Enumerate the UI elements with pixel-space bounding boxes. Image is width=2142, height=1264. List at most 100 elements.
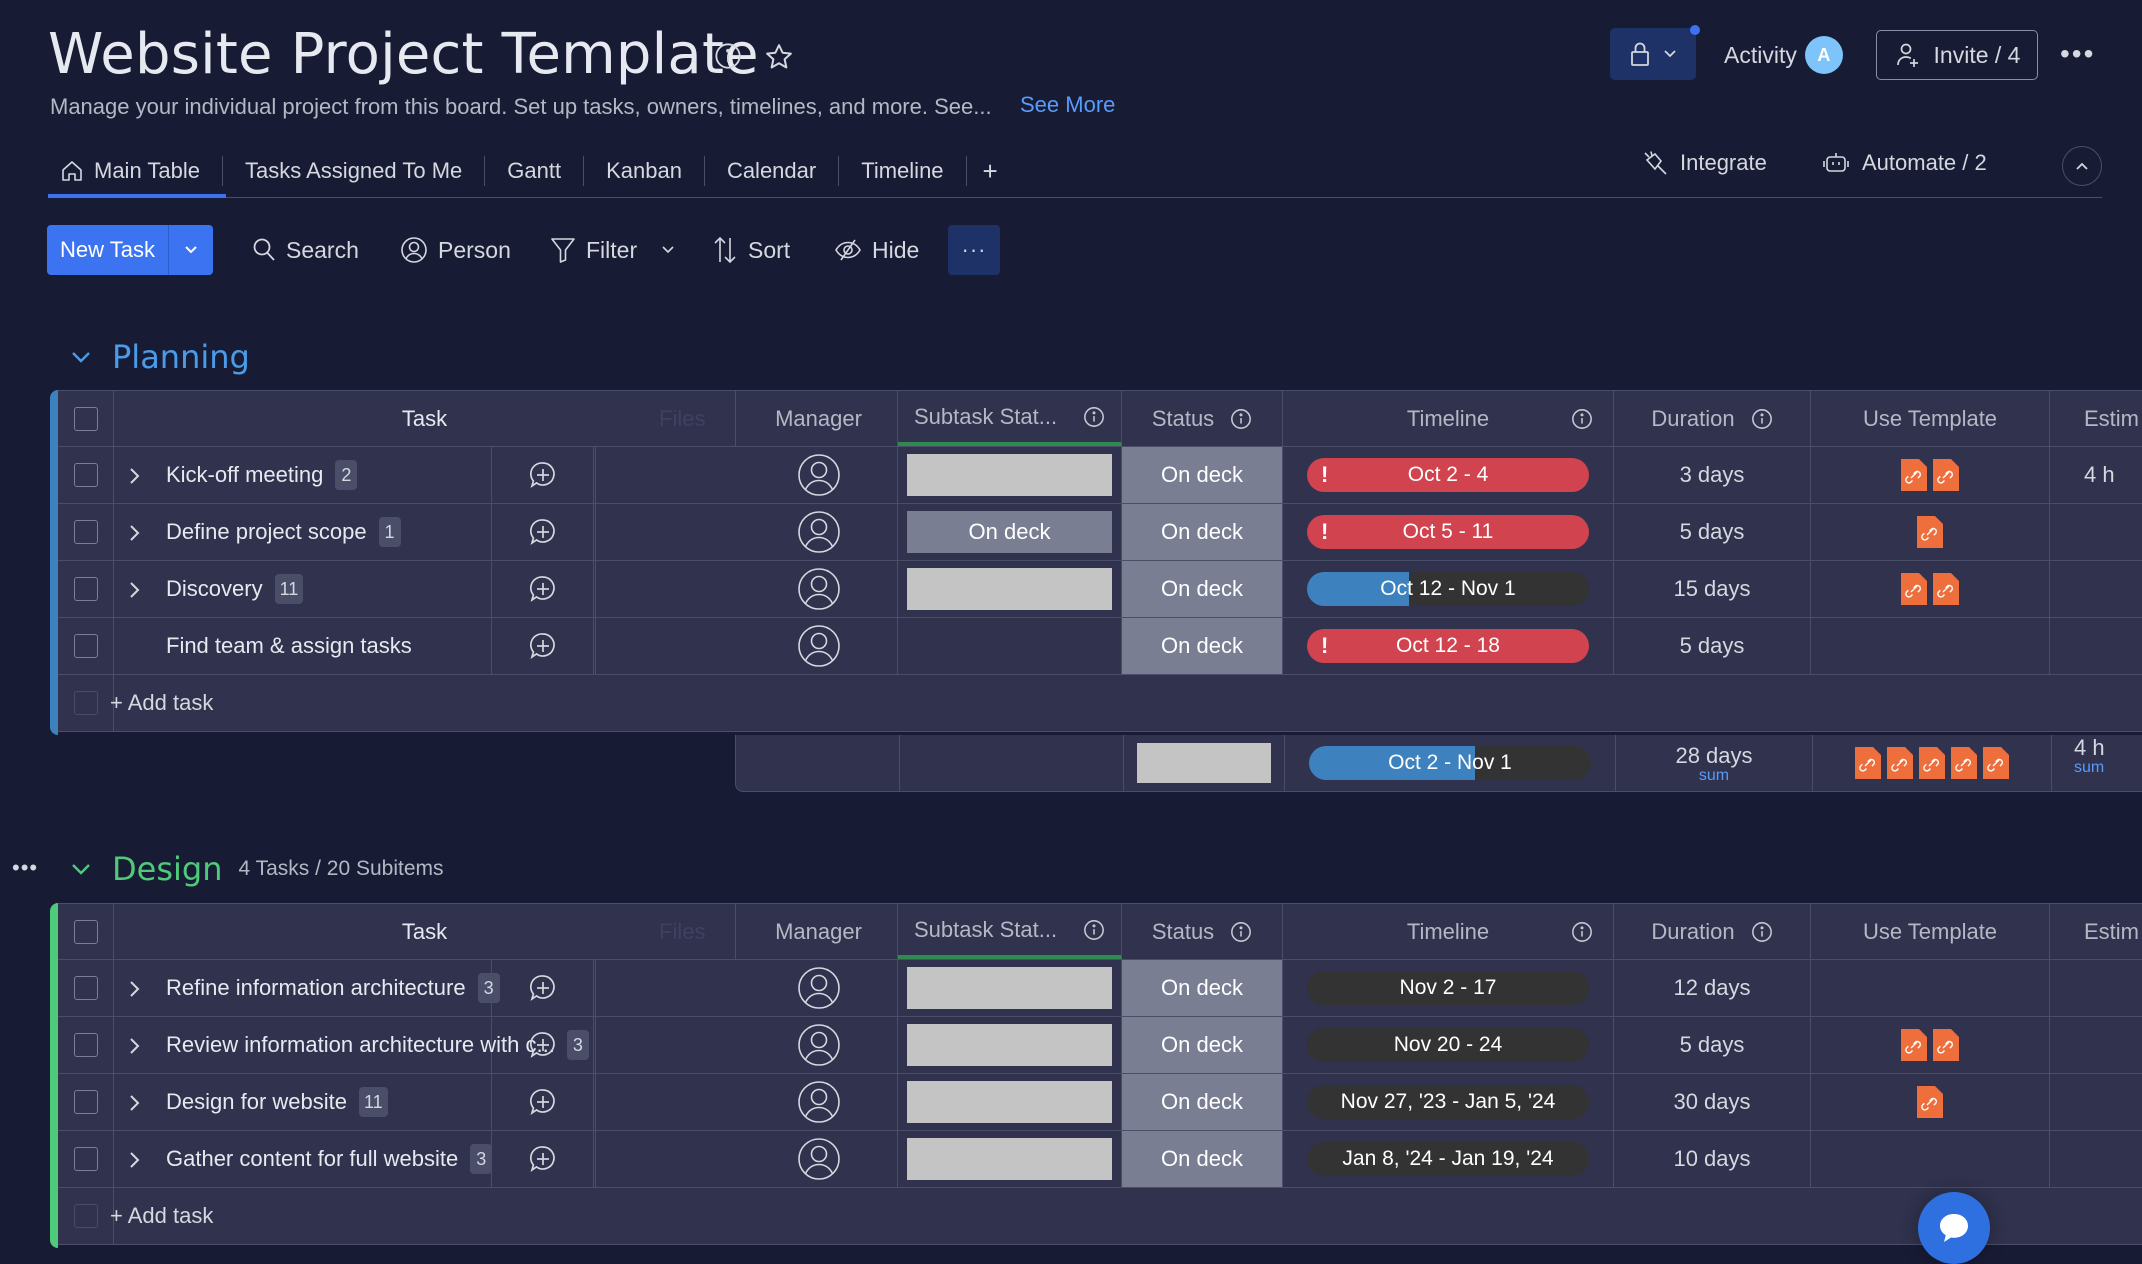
info-icon[interactable] [1230, 921, 1252, 943]
star-icon[interactable] [764, 42, 794, 72]
subtask-status-bar[interactable] [907, 967, 1112, 1009]
manager-cell[interactable] [740, 1017, 898, 1073]
board-permissions-button[interactable] [1610, 25, 1700, 80]
chevron-right-icon[interactable] [128, 466, 142, 486]
row-checkbox[interactable] [73, 1147, 98, 1171]
add-view-button[interactable]: + [967, 156, 1020, 186]
tab-timeline[interactable]: Timeline [839, 156, 967, 186]
info-icon[interactable] [1230, 408, 1252, 430]
manager-cell[interactable] [740, 504, 898, 560]
estimation-cell[interactable] [2050, 1131, 2142, 1187]
select-all-checkbox[interactable] [73, 919, 98, 944]
task-name[interactable]: Discovery [166, 576, 263, 602]
task-cell[interactable]: Discovery 11 [114, 561, 492, 617]
use-template-cell[interactable] [1811, 1074, 2050, 1130]
summary-status[interactable] [1124, 735, 1285, 791]
template-file-icon[interactable] [1901, 573, 1927, 605]
column-header-manager[interactable]: Manager [740, 391, 898, 446]
new-task-label[interactable]: New Task [47, 225, 169, 275]
updates-cell[interactable] [492, 561, 596, 617]
select-all-checkbox[interactable] [73, 406, 98, 431]
add-task-button[interactable]: + Add task [110, 1188, 213, 1244]
automate-button[interactable]: Automate / 2 [1822, 150, 1987, 176]
row-checkbox[interactable] [73, 976, 98, 1000]
subtask-status-bar[interactable] [907, 1138, 1112, 1180]
subitems-count-badge[interactable]: 2 [335, 460, 358, 490]
updates-cell[interactable] [492, 504, 596, 560]
group-title[interactable]: Design [112, 850, 222, 888]
column-header-status[interactable]: Status [1122, 391, 1283, 446]
add-update-icon[interactable] [527, 573, 559, 605]
tab-tasks-assigned-to-me[interactable]: Tasks Assigned To Me [223, 156, 486, 186]
subtask-status-bar[interactable]: On deck [907, 511, 1112, 553]
column-header-duration[interactable]: Duration [1614, 391, 1811, 446]
row-checkbox[interactable] [73, 1033, 98, 1057]
chat-button[interactable] [1918, 1192, 1990, 1264]
info-icon[interactable] [1751, 921, 1773, 943]
column-header-subtask-status[interactable]: Subtask Stat... [898, 904, 1122, 959]
template-file-icon[interactable] [1951, 747, 1977, 779]
estimation-cell[interactable] [2050, 1074, 2142, 1130]
status-cell[interactable]: On deck [1122, 561, 1283, 617]
manager-cell[interactable] [740, 1131, 898, 1187]
estimation-cell[interactable] [2050, 1017, 2142, 1073]
search-button[interactable]: Search [252, 230, 359, 270]
timeline-pill[interactable]: ! Oct 5 - 11 [1307, 515, 1589, 549]
subitems-count-badge[interactable]: 11 [358, 1087, 388, 1117]
timeline-pill[interactable]: Nov 20 - 24 [1307, 1028, 1589, 1062]
subitems-count-badge[interactable]: 11 [274, 574, 304, 604]
chevron-right-icon[interactable] [128, 580, 142, 600]
template-file-icon[interactable] [1855, 747, 1881, 779]
task-cell[interactable]: Find team & assign tasks [114, 618, 492, 674]
info-icon[interactable] [1751, 408, 1773, 430]
subitems-count-badge[interactable]: 1 [378, 517, 401, 547]
estimation-cell[interactable] [2050, 561, 2142, 617]
use-template-cell[interactable] [1811, 447, 2050, 503]
timeline-pill[interactable]: Nov 2 - 17 [1307, 971, 1589, 1005]
add-task-row[interactable]: + Add task [58, 1188, 2142, 1245]
invite-button[interactable]: Invite / 4 [1876, 30, 2038, 80]
task-name[interactable]: Refine information architecture [166, 975, 466, 1001]
template-file-icon[interactable] [1933, 573, 1959, 605]
subtask-status-bar[interactable] [907, 1024, 1112, 1066]
task-cell[interactable]: Define project scope 1 [114, 504, 492, 560]
task-cell[interactable]: Gather content for full website 3 [114, 1131, 493, 1187]
see-more-link[interactable]: See More [1020, 92, 1115, 118]
add-update-icon[interactable] [527, 1086, 559, 1118]
timeline-pill[interactable]: Oct 12 - Nov 1 [1307, 572, 1589, 606]
table-row[interactable]: Review information architecture with c..… [58, 1017, 2142, 1074]
template-file-icon[interactable] [1983, 747, 2009, 779]
info-icon[interactable] [1571, 921, 1593, 943]
table-row[interactable]: Gather content for full website 3 On deck J… [58, 1131, 2142, 1188]
manager-cell[interactable] [740, 1074, 898, 1130]
chevron-right-icon[interactable] [128, 523, 142, 543]
use-template-cell[interactable] [1811, 504, 2050, 560]
task-name[interactable]: Define project scope [166, 519, 367, 545]
group-title[interactable]: Planning [112, 338, 250, 376]
status-cell[interactable]: On deck [1122, 1131, 1283, 1187]
column-header-timeline[interactable]: Timeline [1283, 391, 1614, 446]
person-filter-button[interactable]: Person [400, 230, 511, 270]
add-update-icon[interactable] [527, 516, 559, 548]
template-file-icon[interactable] [1901, 1029, 1927, 1061]
collapse-header-button[interactable] [2062, 146, 2102, 186]
add-update-icon[interactable] [527, 972, 559, 1004]
status-cell[interactable]: On deck [1122, 960, 1283, 1016]
chevron-down-icon[interactable] [70, 350, 92, 364]
task-cell[interactable]: Review information architecture with c..… [114, 1017, 589, 1073]
subitems-count-badge[interactable]: 3 [470, 1144, 493, 1174]
column-header-task[interactable]: Task Files [114, 391, 736, 446]
info-icon[interactable] [1083, 919, 1105, 941]
filter-button[interactable]: Filter [550, 230, 675, 270]
aggregation-label[interactable]: sum [1699, 768, 1729, 784]
info-icon[interactable] [1571, 408, 1593, 430]
timeline-pill[interactable]: Jan 8, '24 - Jan 19, '24 [1307, 1142, 1589, 1176]
use-template-cell[interactable] [1811, 561, 2050, 617]
info-icon[interactable] [1083, 406, 1105, 428]
hide-button[interactable]: Hide [834, 230, 919, 270]
manager-cell[interactable] [740, 618, 898, 674]
sort-button[interactable]: Sort [712, 230, 790, 270]
tab-kanban[interactable]: Kanban [584, 156, 705, 186]
status-cell[interactable]: On deck [1122, 1017, 1283, 1073]
tab-calendar[interactable]: Calendar [705, 156, 840, 186]
